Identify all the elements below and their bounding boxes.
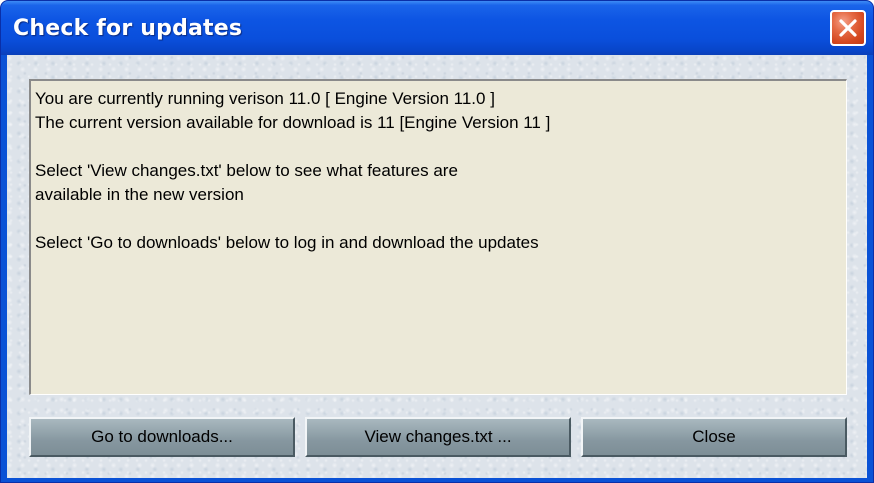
dialog-body: You are currently running verison 11.0 [… bbox=[7, 55, 867, 478]
message-line bbox=[35, 207, 842, 231]
message-line: Select 'View changes.txt' below to see w… bbox=[35, 161, 458, 180]
update-message-textarea[interactable]: You are currently running verison 11.0 [… bbox=[29, 79, 847, 395]
view-changes-button[interactable]: View changes.txt ... bbox=[305, 417, 571, 457]
message-line bbox=[35, 135, 842, 159]
title-bar[interactable]: Check for updates bbox=[1, 1, 873, 55]
update-dialog: Check for updates You are currently runn… bbox=[0, 0, 874, 483]
close-button[interactable]: Close bbox=[581, 417, 847, 457]
message-line: available in the new version bbox=[35, 185, 244, 204]
message-line: Select 'Go to downloads' below to log in… bbox=[35, 233, 539, 252]
button-row: Go to downloads... View changes.txt ... … bbox=[29, 417, 847, 457]
go-to-downloads-button[interactable]: Go to downloads... bbox=[29, 417, 295, 457]
close-window-button[interactable] bbox=[830, 10, 866, 46]
message-line: The current version available for downlo… bbox=[35, 113, 551, 132]
message-line: You are currently running verison 11.0 [… bbox=[35, 89, 495, 108]
window-title: Check for updates bbox=[13, 16, 243, 41]
close-x-icon bbox=[839, 19, 857, 37]
